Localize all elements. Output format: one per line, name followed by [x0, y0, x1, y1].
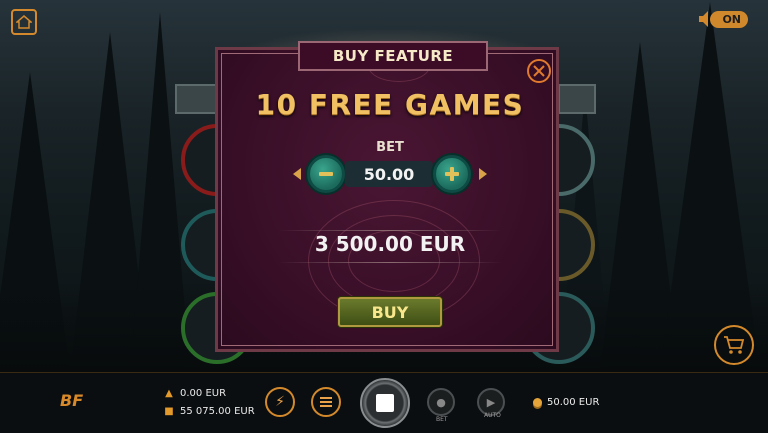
- menu-icon: [320, 397, 332, 407]
- dialog-title: BUY FEATURE: [298, 41, 488, 71]
- close-icon: [533, 65, 545, 77]
- play-icon: ▶: [486, 395, 496, 409]
- feature-price: 3 500.00 EUR: [314, 232, 466, 256]
- buy-button[interactable]: BUY: [338, 297, 442, 327]
- stop-icon: [376, 394, 394, 412]
- bet-increase-button[interactable]: [433, 155, 471, 193]
- bet-button[interactable]: ●: [427, 388, 455, 416]
- sound-state-label: ON: [710, 11, 748, 28]
- cart-icon: [724, 336, 745, 354]
- balance-value: 55 075.00 EUR: [180, 406, 255, 417]
- wallet-icon: ■: [164, 406, 174, 417]
- home-button[interactable]: [11, 9, 37, 35]
- brand-logo: BF: [60, 391, 84, 410]
- bet-increase-arrow-icon[interactable]: [479, 168, 487, 180]
- balance-display: ■ 55 075.00 EUR: [162, 406, 255, 417]
- reel-frame-right: [558, 84, 596, 114]
- reel-frame-left: [175, 84, 219, 114]
- coin-stack-icon: ●: [436, 395, 446, 409]
- bet-selector: 50.00: [293, 155, 487, 195]
- bet-label: BET: [376, 140, 404, 155]
- sound-toggle[interactable]: ON: [696, 8, 750, 30]
- bet-display-value: 50.00 EUR: [547, 397, 600, 408]
- close-button[interactable]: [527, 59, 551, 83]
- feature-title: 10 FREE GAMES: [255, 88, 525, 121]
- bet-decrease-arrow-icon[interactable]: [293, 168, 301, 180]
- divider: [278, 230, 502, 231]
- coin-icon: [533, 398, 542, 407]
- bet-decrease-button[interactable]: [307, 155, 345, 193]
- bottom-control-bar: BF ▲ 0.00 EUR ■ 55 075.00 EUR ⚡ ● BET ▶ …: [0, 372, 768, 433]
- divider: [278, 262, 502, 263]
- turbo-button[interactable]: ⚡: [265, 387, 295, 417]
- lightning-icon: ⚡: [275, 394, 285, 410]
- bet-button-label: BET: [436, 416, 448, 423]
- win-value: 0.00 EUR: [180, 388, 227, 399]
- trophy-icon: ▲: [165, 388, 173, 399]
- home-icon: [16, 15, 32, 29]
- plus-icon: [445, 167, 459, 181]
- bet-display: 50.00 EUR: [533, 397, 599, 408]
- shop-button[interactable]: [714, 325, 754, 365]
- buy-feature-dialog: BUY FEATURE 10 FREE GAMES BET 50.00 3 50…: [215, 41, 559, 352]
- menu-button[interactable]: [311, 387, 341, 417]
- minus-icon: [319, 172, 333, 176]
- bet-value: 50.00: [345, 161, 433, 187]
- spin-button[interactable]: [360, 378, 410, 428]
- autoplay-label: AUTO: [484, 412, 501, 419]
- win-display: ▲ 0.00 EUR: [162, 388, 226, 399]
